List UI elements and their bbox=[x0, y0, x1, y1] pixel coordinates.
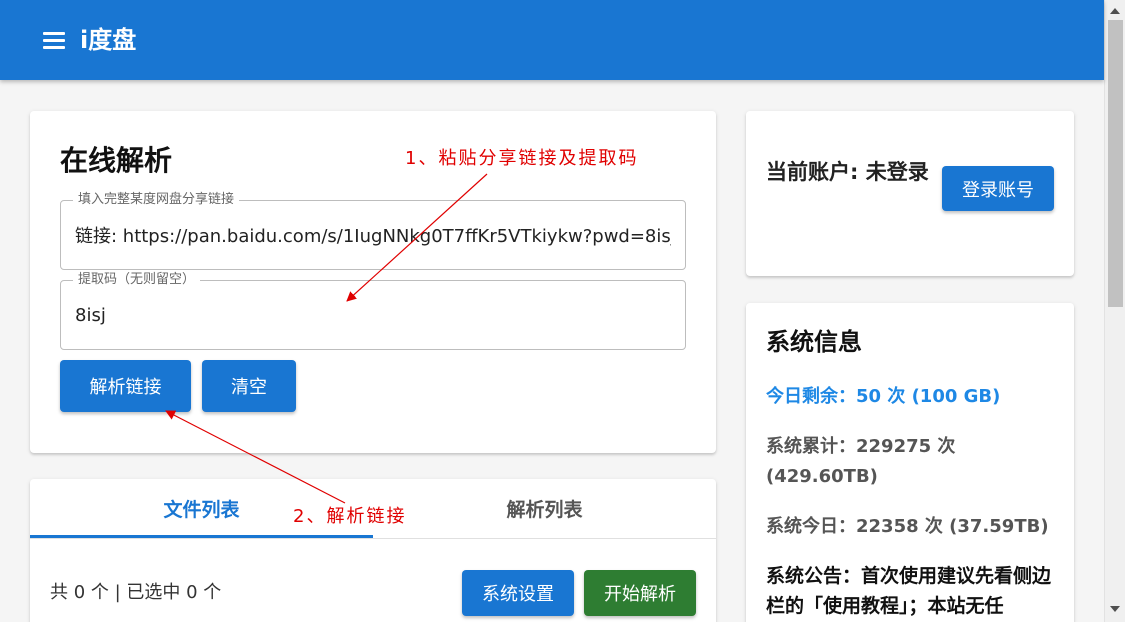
system-settings-button[interactable]: 系统设置 bbox=[462, 570, 574, 616]
file-list-card: 文件列表 解析列表 共 0 个 | 已选中 0 个 系统设置 开始解析 bbox=[30, 479, 716, 622]
share-link-field: 填入完整某度网盘分享链接 bbox=[60, 192, 686, 270]
tab-parse-list[interactable]: 解析列表 bbox=[373, 479, 716, 537]
menu-icon[interactable] bbox=[42, 28, 66, 52]
extract-code-field: 提取码（无则留空） bbox=[60, 272, 686, 350]
scroll-down-arrow-icon[interactable] bbox=[1110, 606, 1120, 612]
today-remaining: 今日剩余：50 次 (100 GB) bbox=[766, 386, 1001, 407]
annotation-step-1: 1、粘贴分享链接及提取码 bbox=[405, 148, 639, 169]
extract-code-input[interactable] bbox=[75, 301, 671, 329]
parse-title: 在线解析 bbox=[60, 144, 173, 177]
share-link-input[interactable] bbox=[75, 221, 671, 249]
start-parse-button[interactable]: 开始解析 bbox=[584, 570, 696, 616]
system-today: 系统今日：22358 次 (37.59TB) bbox=[766, 516, 1049, 537]
login-button[interactable]: 登录账号 bbox=[942, 166, 1054, 211]
page-scrollbar[interactable] bbox=[1104, 0, 1125, 622]
extract-code-label: 提取码（无则留空） bbox=[73, 272, 201, 288]
system-info-card: 系统信息 今日剩余：50 次 (100 GB) 系统累计：229275 次 (4… bbox=[746, 303, 1074, 622]
selection-count: 共 0 个 | 已选中 0 个 bbox=[50, 582, 222, 603]
active-tab-indicator bbox=[30, 535, 373, 538]
system-info-title: 系统信息 bbox=[766, 328, 862, 356]
parse-link-button[interactable]: 解析链接 bbox=[60, 360, 191, 412]
scroll-thumb[interactable] bbox=[1108, 20, 1123, 307]
scroll-up-arrow-icon[interactable] bbox=[1110, 8, 1120, 14]
system-total: 系统累计：229275 次 (429.60TB) bbox=[766, 436, 956, 487]
annotation-step-2: 2、解析链接 bbox=[293, 506, 407, 527]
account-card: 当前账户: 未登录 登录账号 bbox=[746, 111, 1074, 276]
system-notice: 系统公告：首次使用建议先看侧边栏的「使用教程」；本站无任 bbox=[766, 565, 1052, 617]
account-status: 当前账户: 未登录 bbox=[766, 160, 929, 184]
clear-button[interactable]: 清空 bbox=[202, 360, 296, 412]
app-bar: i度盘 bbox=[0, 0, 1104, 80]
app-title: i度盘 bbox=[80, 26, 137, 54]
share-link-label: 填入完整某度网盘分享链接 bbox=[73, 192, 240, 208]
